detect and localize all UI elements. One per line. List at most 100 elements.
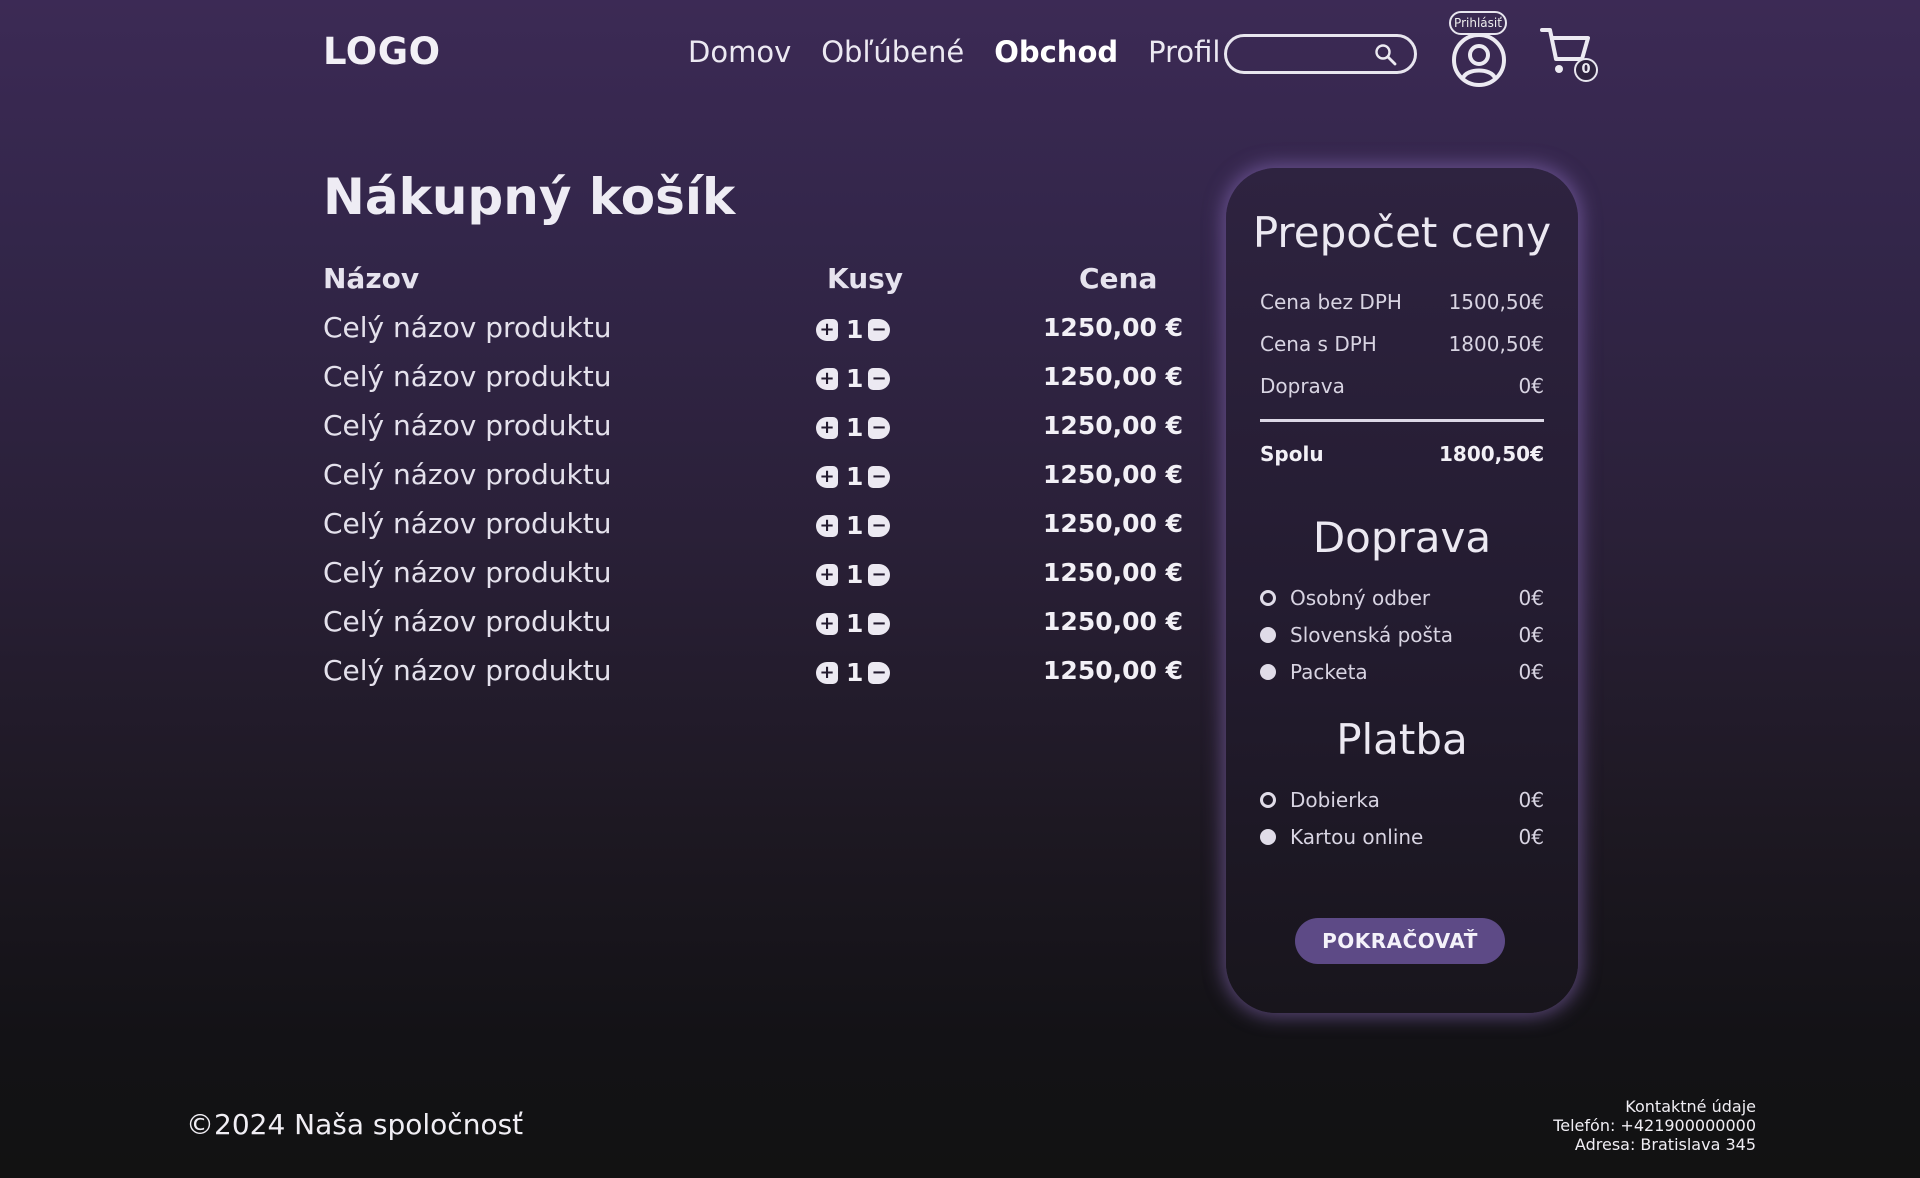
product-name[interactable]: Celý názov produktu bbox=[323, 311, 612, 344]
cart-item-row: Celý názov produktu +1− 1250,00 € bbox=[323, 601, 1183, 650]
nav-link-oblubene[interactable]: Obľúbené bbox=[821, 35, 964, 69]
search-input[interactable] bbox=[1241, 41, 1371, 67]
quantity-stepper: +1− bbox=[816, 315, 890, 344]
shipping-option-osobny-odber[interactable]: Osobný odber 0€ bbox=[1260, 586, 1544, 610]
nav-link-domov[interactable]: Domov bbox=[688, 35, 791, 69]
login-badge[interactable]: Prihlásiť bbox=[1449, 11, 1507, 35]
option-label: Osobný odber bbox=[1290, 586, 1431, 610]
quantity-value: 1 bbox=[846, 658, 864, 687]
product-price: 1250,00 € bbox=[1043, 362, 1183, 391]
nav-link-profil[interactable]: Profil bbox=[1148, 35, 1220, 69]
search-box bbox=[1224, 34, 1417, 74]
product-name[interactable]: Celý názov produktu bbox=[323, 507, 612, 540]
summary-label: Doprava bbox=[1260, 374, 1345, 398]
summary-row-price-without-vat: Cena bez DPH 1500,50€ bbox=[1260, 290, 1544, 314]
column-header-qty: Kusy bbox=[827, 262, 904, 295]
logo[interactable]: LOGO bbox=[323, 30, 441, 73]
cart-item-row: Celý názov produktu +1− 1250,00 € bbox=[323, 503, 1183, 552]
plus-icon[interactable]: + bbox=[816, 514, 838, 537]
footer-copyright: ©2024 Naša spoločnosť bbox=[186, 1108, 524, 1141]
cart-button[interactable]: 0 bbox=[1540, 25, 1600, 85]
minus-icon[interactable]: − bbox=[868, 612, 890, 635]
cart-item-row: Celý názov produktu +1− 1250,00 € bbox=[323, 405, 1183, 454]
cart-item-row: Celý názov produktu +1− 1250,00 € bbox=[323, 454, 1183, 503]
summary-title: Prepočet ceny bbox=[1252, 208, 1552, 257]
quantity-value: 1 bbox=[846, 413, 864, 442]
shipping-title: Doprava bbox=[1312, 513, 1492, 562]
product-price: 1250,00 € bbox=[1043, 313, 1183, 342]
quantity-stepper: +1− bbox=[816, 511, 890, 540]
radio-button[interactable] bbox=[1260, 792, 1276, 808]
quantity-stepper: +1− bbox=[816, 462, 890, 491]
quantity-value: 1 bbox=[846, 364, 864, 393]
option-label: Packeta bbox=[1290, 660, 1368, 684]
radio-button[interactable] bbox=[1260, 627, 1276, 643]
cart-item-row: Celý názov produktu +1− 1250,00 € bbox=[323, 356, 1183, 405]
minus-icon[interactable]: − bbox=[868, 514, 890, 537]
quantity-value: 1 bbox=[846, 462, 864, 491]
product-price: 1250,00 € bbox=[1043, 558, 1183, 587]
option-label: Kartou online bbox=[1290, 825, 1424, 849]
summary-divider bbox=[1260, 419, 1544, 422]
user-icon[interactable] bbox=[1450, 31, 1508, 89]
cart-count-badge: 0 bbox=[1574, 58, 1598, 82]
page-title: Nákupný košík bbox=[323, 168, 736, 226]
column-header-price: Cena bbox=[1079, 262, 1158, 295]
summary-row-shipping: Doprava 0€ bbox=[1260, 374, 1544, 398]
radio-button[interactable] bbox=[1260, 829, 1276, 845]
payment-title: Platba bbox=[1336, 715, 1468, 764]
cart-item-row: Celý názov produktu +1− 1250,00 € bbox=[323, 650, 1183, 699]
price-summary-panel: Prepočet ceny Cena bez DPH 1500,50€ Cena… bbox=[1226, 168, 1578, 1013]
shipping-option-packeta[interactable]: Packeta 0€ bbox=[1260, 660, 1544, 684]
quantity-stepper: +1− bbox=[816, 609, 890, 638]
quantity-stepper: +1− bbox=[816, 364, 890, 393]
continue-button[interactable]: POKRAČOVAŤ bbox=[1295, 918, 1505, 964]
cart-item-row: Celý názov produktu +1− 1250,00 € bbox=[323, 552, 1183, 601]
product-name[interactable]: Celý názov produktu bbox=[323, 409, 612, 442]
summary-label: Cena s DPH bbox=[1260, 332, 1377, 356]
minus-icon[interactable]: − bbox=[868, 367, 890, 390]
product-name[interactable]: Celý názov produktu bbox=[323, 556, 612, 589]
quantity-stepper: +1− bbox=[816, 658, 890, 687]
contact-title: Kontaktné údaje bbox=[1625, 1097, 1756, 1116]
quantity-value: 1 bbox=[846, 609, 864, 638]
plus-icon[interactable]: + bbox=[816, 661, 838, 684]
product-name[interactable]: Celý názov produktu bbox=[323, 654, 612, 687]
product-price: 1250,00 € bbox=[1043, 460, 1183, 489]
option-price: 0€ bbox=[1518, 825, 1544, 849]
search-icon[interactable] bbox=[1374, 43, 1398, 67]
product-name[interactable]: Celý názov produktu bbox=[323, 605, 612, 638]
minus-icon[interactable]: − bbox=[868, 661, 890, 684]
plus-icon[interactable]: + bbox=[816, 318, 838, 341]
plus-icon[interactable]: + bbox=[816, 612, 838, 635]
option-price: 0€ bbox=[1518, 586, 1544, 610]
product-name[interactable]: Celý názov produktu bbox=[323, 360, 612, 393]
option-price: 0€ bbox=[1518, 623, 1544, 647]
quantity-value: 1 bbox=[846, 560, 864, 589]
plus-icon[interactable]: + bbox=[816, 416, 838, 439]
login-area[interactable]: Prihlásiť bbox=[1447, 11, 1511, 87]
radio-button[interactable] bbox=[1260, 590, 1276, 606]
minus-icon[interactable]: − bbox=[868, 416, 890, 439]
plus-icon[interactable]: + bbox=[816, 367, 838, 390]
summary-value: 1500,50€ bbox=[1448, 290, 1544, 314]
summary-value: 0€ bbox=[1518, 374, 1544, 398]
payment-option-dobierka[interactable]: Dobierka 0€ bbox=[1260, 788, 1544, 812]
quantity-stepper: +1− bbox=[816, 413, 890, 442]
contact-address: Adresa: Bratislava 345 bbox=[1574, 1135, 1756, 1154]
column-header-name: Názov bbox=[323, 262, 420, 295]
minus-icon[interactable]: − bbox=[868, 465, 890, 488]
radio-button[interactable] bbox=[1260, 664, 1276, 680]
product-price: 1250,00 € bbox=[1043, 411, 1183, 440]
product-price: 1250,00 € bbox=[1043, 607, 1183, 636]
payment-option-kartou-online[interactable]: Kartou online 0€ bbox=[1260, 825, 1544, 849]
minus-icon[interactable]: − bbox=[868, 563, 890, 586]
product-name[interactable]: Celý názov produktu bbox=[323, 458, 612, 491]
plus-icon[interactable]: + bbox=[816, 465, 838, 488]
shipping-option-slovenska-posta[interactable]: Slovenská pošta 0€ bbox=[1260, 623, 1544, 647]
plus-icon[interactable]: + bbox=[816, 563, 838, 586]
nav-link-obchod[interactable]: Obchod bbox=[994, 35, 1118, 69]
summary-row-price-with-vat: Cena s DPH 1800,50€ bbox=[1260, 332, 1544, 356]
minus-icon[interactable]: − bbox=[868, 318, 890, 341]
quantity-value: 1 bbox=[846, 315, 864, 344]
